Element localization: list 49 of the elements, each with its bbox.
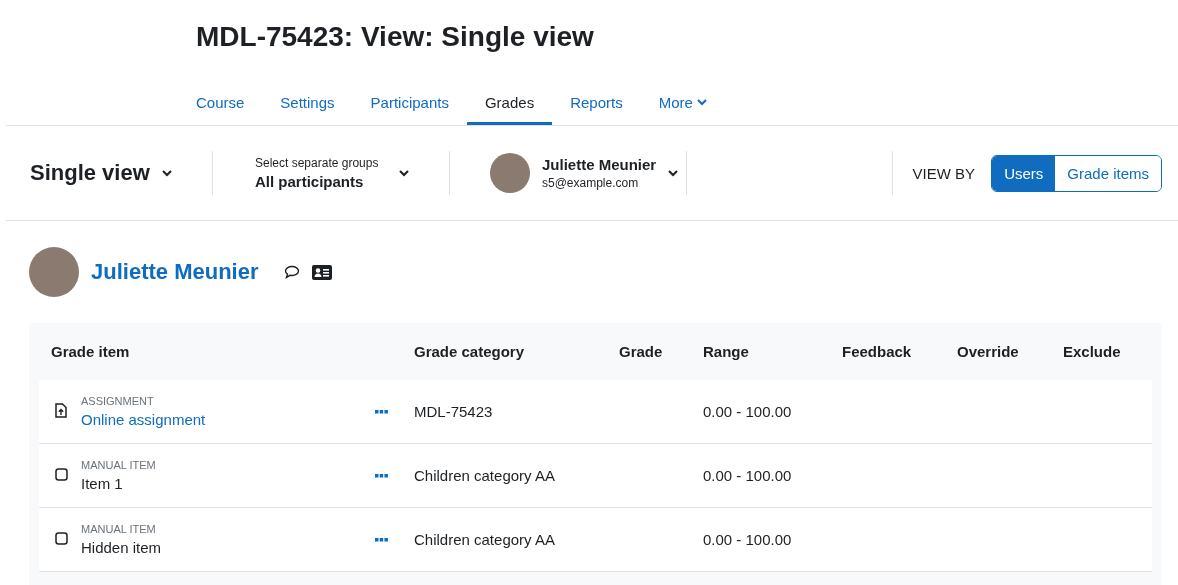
file-upload-icon — [55, 402, 67, 418]
more-icon — [375, 537, 388, 542]
square-icon — [54, 532, 68, 545]
group-selector-value: All participants — [255, 173, 365, 190]
item-name: Item 1 — [81, 475, 124, 492]
more-icon — [375, 409, 388, 414]
item-type-label: MANUAL ITEM — [81, 523, 157, 535]
item-link[interactable]: Online assignment — [81, 411, 375, 428]
caret-icon — [696, 99, 707, 106]
view-by-toggle[interactable]: Users — [992, 155, 1056, 191]
message-icon[interactable] — [284, 265, 301, 279]
table-cell-text: MDL-75423 — [414, 403, 494, 420]
column-header: Grade category — [414, 343, 526, 360]
column-header: Grade item — [50, 343, 131, 360]
item-type-label: ASSIGNMENT — [81, 395, 155, 407]
table-cell-text: 0.00 - 100.00 — [703, 467, 793, 484]
user-email: s5@example.com — [542, 176, 640, 190]
nav-tab[interactable]: Settings — [262, 73, 353, 125]
group-selector[interactable]: Select separate groups All participants — [255, 156, 409, 190]
user-name: Juliette Meunier — [542, 156, 657, 173]
item-name: Hidden item — [81, 539, 163, 556]
more-icon — [375, 473, 388, 478]
avatar — [29, 247, 79, 297]
page-title: MDL-75423: View: Single view — [196, 20, 595, 54]
caret-icon — [668, 169, 679, 177]
nav-tab[interactable]: More — [640, 73, 725, 125]
item-type-label: MANUAL ITEM — [81, 459, 157, 471]
nav-tab[interactable]: Participants — [352, 73, 467, 125]
column-header: Range — [703, 343, 750, 360]
contact-card-icon[interactable] — [312, 264, 333, 280]
caret-icon — [399, 169, 409, 177]
view-by-label: VIEW BY — [912, 164, 976, 182]
caret-icon — [161, 169, 172, 177]
column-header: Override — [957, 343, 1020, 360]
column-header: Grade — [619, 343, 664, 360]
square-icon — [54, 468, 68, 481]
column-header: Exclude — [1063, 343, 1122, 360]
group-selector-label: Select separate groups — [255, 156, 379, 170]
nav-tab[interactable]: Reports — [552, 73, 641, 125]
avatar — [490, 153, 530, 193]
table-cell-text: Children category AA — [414, 531, 556, 548]
column-header: Feedback — [842, 343, 913, 360]
table-cell-text: Children category AA — [414, 467, 556, 484]
nav-tab[interactable]: Course — [196, 73, 263, 125]
user-selector[interactable]: Juliette Meunier s5@example.com — [490, 153, 686, 193]
view-selector[interactable]: Single view — [30, 160, 212, 186]
user-profile-link[interactable]: Juliette Meunier — [91, 259, 259, 285]
table-cell-text: 0.00 - 100.00 — [703, 531, 793, 548]
table-cell-text: 0.00 - 100.00 — [703, 403, 793, 420]
